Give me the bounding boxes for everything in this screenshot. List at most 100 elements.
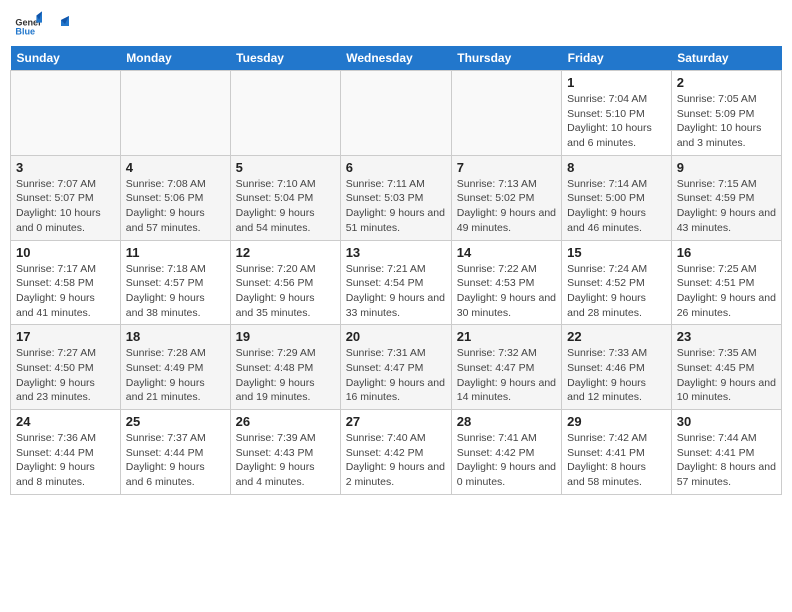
- day-number: 6: [346, 160, 446, 175]
- day-number: 20: [346, 329, 446, 344]
- day-info: Sunrise: 7:04 AM Sunset: 5:10 PM Dayligh…: [567, 92, 666, 151]
- calendar-cell: 12 Sunrise: 7:20 AM Sunset: 4:56 PM Dayli…: [230, 240, 340, 325]
- svg-text:Blue: Blue: [15, 27, 35, 37]
- logo-bird-icon: [47, 16, 69, 38]
- day-number: 9: [677, 160, 776, 175]
- day-info: Sunrise: 7:35 AM Sunset: 4:45 PM Dayligh…: [677, 346, 776, 405]
- day-info: Sunrise: 7:17 AM Sunset: 4:58 PM Dayligh…: [16, 262, 115, 321]
- day-number: 15: [567, 245, 666, 260]
- calendar-cell: [230, 71, 340, 156]
- day-info: Sunrise: 7:15 AM Sunset: 4:59 PM Dayligh…: [677, 177, 776, 236]
- day-number: 22: [567, 329, 666, 344]
- day-number: 13: [346, 245, 446, 260]
- day-info: Sunrise: 7:32 AM Sunset: 4:47 PM Dayligh…: [457, 346, 556, 405]
- day-number: 30: [677, 414, 776, 429]
- day-info: Sunrise: 7:31 AM Sunset: 4:47 PM Dayligh…: [346, 346, 446, 405]
- calendar-week-5: 24Sunrise: 7:36 AM Sunset: 4:44 PM Dayli…: [11, 410, 782, 495]
- day-number: 19: [236, 329, 335, 344]
- day-info: Sunrise: 7:29 AM Sunset: 4:48 PM Dayligh…: [236, 346, 335, 405]
- calendar-week-4: 17 Sunrise: 7:27 AM Sunset: 4:50 PM Dayli…: [11, 325, 782, 410]
- day-number: 2: [677, 75, 776, 90]
- day-info: Sunrise: 7:10 AM Sunset: 5:04 PM Dayligh…: [236, 177, 335, 236]
- calendar-cell: 27 Sunrise: 7:40 AM Sunset: 4:42 PM Dayli…: [340, 410, 451, 495]
- calendar-cell: 6 Sunrise: 7:11 AM Sunset: 5:03 PM Daylig…: [340, 155, 451, 240]
- calendar-cell: [340, 71, 451, 156]
- page-header: General Blue: [10, 10, 782, 38]
- calendar-cell: 5 Sunrise: 7:10 AM Sunset: 5:04 PM Daylig…: [230, 155, 340, 240]
- calendar-cell: 18 Sunrise: 7:28 AM Sunset: 4:49 PM Dayli…: [120, 325, 230, 410]
- calendar-cell: 8 Sunrise: 7:14 AM Sunset: 5:00 PM Daylig…: [562, 155, 672, 240]
- calendar-cell: [451, 71, 561, 156]
- calendar-cell: 3Sunrise: 7:07 AM Sunset: 5:07 PM Daylig…: [11, 155, 121, 240]
- day-info: Sunrise: 7:14 AM Sunset: 5:00 PM Dayligh…: [567, 177, 666, 236]
- calendar-cell: 23 Sunrise: 7:35 AM Sunset: 4:45 PM Dayli…: [671, 325, 781, 410]
- day-number: 27: [346, 414, 446, 429]
- day-info: Sunrise: 7:18 AM Sunset: 4:57 PM Dayligh…: [126, 262, 225, 321]
- day-info: Sunrise: 7:37 AM Sunset: 4:44 PM Dayligh…: [126, 431, 225, 490]
- weekday-header-saturday: Saturday: [671, 46, 781, 71]
- weekday-header-sunday: Sunday: [11, 46, 121, 71]
- calendar-cell: 1 Sunrise: 7:04 AM Sunset: 5:10 PM Daylig…: [562, 71, 672, 156]
- day-number: 10: [16, 245, 115, 260]
- calendar-cell: 13 Sunrise: 7:21 AM Sunset: 4:54 PM Dayli…: [340, 240, 451, 325]
- day-number: 1: [567, 75, 666, 90]
- day-info: Sunrise: 7:40 AM Sunset: 4:42 PM Dayligh…: [346, 431, 446, 490]
- day-info: Sunrise: 7:41 AM Sunset: 4:42 PM Dayligh…: [457, 431, 556, 490]
- calendar-cell: 4Sunrise: 7:08 AM Sunset: 5:06 PM Daylig…: [120, 155, 230, 240]
- day-info: Sunrise: 7:28 AM Sunset: 4:49 PM Dayligh…: [126, 346, 225, 405]
- day-number: 28: [457, 414, 556, 429]
- calendar-cell: 2 Sunrise: 7:05 AM Sunset: 5:09 PM Daylig…: [671, 71, 781, 156]
- day-info: Sunrise: 7:33 AM Sunset: 4:46 PM Dayligh…: [567, 346, 666, 405]
- day-number: 7: [457, 160, 556, 175]
- weekday-header-wednesday: Wednesday: [340, 46, 451, 71]
- day-info: Sunrise: 7:05 AM Sunset: 5:09 PM Dayligh…: [677, 92, 776, 151]
- day-number: 8: [567, 160, 666, 175]
- logo-icon: General Blue: [14, 10, 42, 38]
- calendar-cell: 14 Sunrise: 7:22 AM Sunset: 4:53 PM Dayli…: [451, 240, 561, 325]
- day-info: Sunrise: 7:44 AM Sunset: 4:41 PM Dayligh…: [677, 431, 776, 490]
- calendar-cell: 29 Sunrise: 7:42 AM Sunset: 4:41 PM Dayli…: [562, 410, 672, 495]
- weekday-header-monday: Monday: [120, 46, 230, 71]
- day-number: 16: [677, 245, 776, 260]
- calendar-week-2: 3Sunrise: 7:07 AM Sunset: 5:07 PM Daylig…: [11, 155, 782, 240]
- day-number: 25: [126, 414, 225, 429]
- day-info: Sunrise: 7:22 AM Sunset: 4:53 PM Dayligh…: [457, 262, 556, 321]
- day-number: 29: [567, 414, 666, 429]
- calendar-cell: 10 Sunrise: 7:17 AM Sunset: 4:58 PM Dayli…: [11, 240, 121, 325]
- calendar-cell: [120, 71, 230, 156]
- day-info: Sunrise: 7:39 AM Sunset: 4:43 PM Dayligh…: [236, 431, 335, 490]
- calendar-cell: 25 Sunrise: 7:37 AM Sunset: 4:44 PM Dayli…: [120, 410, 230, 495]
- day-number: 18: [126, 329, 225, 344]
- day-number: 11: [126, 245, 225, 260]
- day-number: 12: [236, 245, 335, 260]
- calendar-cell: 16 Sunrise: 7:25 AM Sunset: 4:51 PM Dayli…: [671, 240, 781, 325]
- weekday-header-thursday: Thursday: [451, 46, 561, 71]
- day-number: 17: [16, 329, 115, 344]
- day-number: 14: [457, 245, 556, 260]
- calendar-cell: 7Sunrise: 7:13 AM Sunset: 5:02 PM Daylig…: [451, 155, 561, 240]
- calendar-cell: [11, 71, 121, 156]
- calendar-body: 1 Sunrise: 7:04 AM Sunset: 5:10 PM Daylig…: [11, 71, 782, 495]
- day-info: Sunrise: 7:24 AM Sunset: 4:52 PM Dayligh…: [567, 262, 666, 321]
- weekday-header-row: SundayMondayTuesdayWednesdayThursdayFrid…: [11, 46, 782, 71]
- day-info: Sunrise: 7:20 AM Sunset: 4:56 PM Dayligh…: [236, 262, 335, 321]
- day-info: Sunrise: 7:27 AM Sunset: 4:50 PM Dayligh…: [16, 346, 115, 405]
- calendar-cell: 26Sunrise: 7:39 AM Sunset: 4:43 PM Dayli…: [230, 410, 340, 495]
- calendar-cell: 30 Sunrise: 7:44 AM Sunset: 4:41 PM Dayli…: [671, 410, 781, 495]
- calendar-cell: 15 Sunrise: 7:24 AM Sunset: 4:52 PM Dayli…: [562, 240, 672, 325]
- day-number: 3: [16, 160, 115, 175]
- day-info: Sunrise: 7:25 AM Sunset: 4:51 PM Dayligh…: [677, 262, 776, 321]
- day-number: 21: [457, 329, 556, 344]
- day-number: 5: [236, 160, 335, 175]
- calendar-cell: 28 Sunrise: 7:41 AM Sunset: 4:42 PM Dayli…: [451, 410, 561, 495]
- day-info: Sunrise: 7:42 AM Sunset: 4:41 PM Dayligh…: [567, 431, 666, 490]
- day-info: Sunrise: 7:11 AM Sunset: 5:03 PM Dayligh…: [346, 177, 446, 236]
- day-number: 23: [677, 329, 776, 344]
- calendar-cell: 22 Sunrise: 7:33 AM Sunset: 4:46 PM Dayli…: [562, 325, 672, 410]
- day-info: Sunrise: 7:21 AM Sunset: 4:54 PM Dayligh…: [346, 262, 446, 321]
- calendar-week-1: 1 Sunrise: 7:04 AM Sunset: 5:10 PM Daylig…: [11, 71, 782, 156]
- calendar-cell: 19 Sunrise: 7:29 AM Sunset: 4:48 PM Dayli…: [230, 325, 340, 410]
- weekday-header-tuesday: Tuesday: [230, 46, 340, 71]
- day-number: 4: [126, 160, 225, 175]
- calendar-cell: 20 Sunrise: 7:31 AM Sunset: 4:47 PM Dayli…: [340, 325, 451, 410]
